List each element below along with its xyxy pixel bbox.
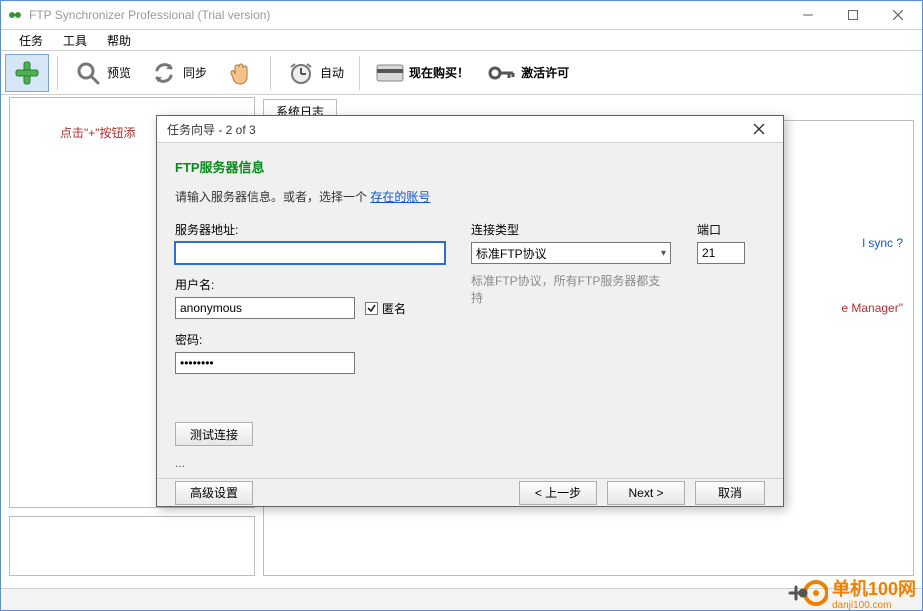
activate-label: 激活许可 bbox=[521, 64, 569, 81]
test-connection-button[interactable]: 测试连接 bbox=[175, 422, 253, 446]
cancel-button[interactable]: 取消 bbox=[695, 481, 765, 505]
conn-type-help: 标准FTP协议，所有FTP服务器都支持 bbox=[471, 272, 671, 306]
col-server: 服务器地址: 用户名: 匿名 密码: bbox=[175, 221, 445, 470]
watermark-logo-icon bbox=[788, 578, 828, 608]
server-label: 服务器地址: bbox=[175, 221, 445, 238]
port-input[interactable] bbox=[697, 242, 745, 264]
watermark-text: 单机100网 danji100.com bbox=[832, 575, 916, 610]
left-sub-panel bbox=[9, 516, 255, 576]
add-task-button[interactable] bbox=[5, 54, 49, 92]
menu-help[interactable]: 帮助 bbox=[97, 30, 141, 51]
conn-type-value: 标准FTP协议 bbox=[476, 245, 547, 262]
minimize-button[interactable] bbox=[785, 1, 830, 29]
next-button[interactable]: Next > bbox=[607, 481, 685, 505]
toolbar: 预览 同步 bbox=[1, 51, 922, 95]
clock-icon bbox=[286, 58, 316, 88]
dialog-footer: 高级设置 < 上一步 Next > 取消 bbox=[157, 478, 783, 506]
user-row: 匿名 bbox=[175, 297, 445, 319]
credit-card-icon bbox=[375, 58, 405, 88]
checkbox-icon bbox=[365, 302, 378, 315]
advanced-settings-button[interactable]: 高级设置 bbox=[175, 481, 253, 505]
anonymous-checkbox[interactable]: 匿名 bbox=[365, 300, 406, 317]
app-icon bbox=[7, 7, 23, 23]
dialog-heading: FTP服务器信息 bbox=[175, 157, 765, 176]
sync-icon bbox=[149, 58, 179, 88]
hand-button[interactable] bbox=[218, 54, 262, 92]
preview-button[interactable]: 预览 bbox=[66, 54, 138, 92]
conn-type-select[interactable]: 标准FTP协议 ▾ bbox=[471, 242, 671, 264]
dialog-description: 请输入服务器信息。或者，选择一个 存在的账号 bbox=[175, 188, 765, 205]
password-label: 密码: bbox=[175, 331, 445, 348]
sync-label: 同步 bbox=[183, 64, 207, 81]
toolbar-separator bbox=[359, 56, 360, 90]
key-icon bbox=[487, 58, 517, 88]
dialog-body: FTP服务器信息 请输入服务器信息。或者，选择一个 存在的账号 服务器地址: 用… bbox=[157, 143, 783, 478]
dialog-close-button[interactable] bbox=[739, 116, 779, 142]
menu-tasks[interactable]: 任务 bbox=[9, 30, 53, 51]
buy-label: 现在购买！ bbox=[409, 64, 469, 81]
sync-button[interactable]: 同步 bbox=[142, 54, 214, 92]
auto-button[interactable]: 自动 bbox=[279, 54, 351, 92]
toolbar-separator bbox=[270, 56, 271, 90]
status-text: ... bbox=[175, 456, 445, 470]
chevron-down-icon: ▾ bbox=[661, 248, 666, 259]
window-buttons bbox=[785, 1, 920, 29]
plus-icon bbox=[12, 58, 42, 88]
existing-account-link[interactable]: 存在的账号 bbox=[370, 190, 430, 204]
user-label: 用户名: bbox=[175, 276, 445, 293]
preview-label: 预览 bbox=[107, 64, 131, 81]
dialog-desc-text: 请输入服务器信息。或者，选择一个 bbox=[175, 190, 370, 204]
form-columns: 服务器地址: 用户名: 匿名 密码: bbox=[175, 221, 765, 470]
toolbar-separator bbox=[57, 56, 58, 90]
col-connection-type: 连接类型 标准FTP协议 ▾ 标准FTP协议，所有FTP服务器都支持 bbox=[471, 221, 671, 470]
watermark-url: danji100.com bbox=[832, 601, 916, 610]
activate-button[interactable]: 激活许可 bbox=[480, 54, 576, 92]
titlebar: FTP Synchronizer Professional (Trial ver… bbox=[1, 1, 922, 29]
server-input[interactable] bbox=[175, 242, 445, 264]
main-window: FTP Synchronizer Professional (Trial ver… bbox=[0, 0, 923, 611]
buy-button[interactable]: 现在购买！ bbox=[368, 54, 476, 92]
close-button[interactable] bbox=[875, 1, 920, 29]
watermark-brand: 单机100网 bbox=[832, 579, 916, 599]
bg-text-b: e Manager" bbox=[841, 301, 903, 315]
watermark: 单机100网 danji100.com bbox=[788, 575, 916, 610]
menubar: 任务 工具 帮助 bbox=[1, 29, 922, 51]
task-wizard-dialog: 任务向导 - 2 of 3 FTP服务器信息 请输入服务器信息。或者，选择一个 … bbox=[156, 115, 784, 507]
window-title: FTP Synchronizer Professional (Trial ver… bbox=[29, 8, 785, 22]
col-port: 端口 bbox=[697, 221, 757, 470]
magnifier-icon bbox=[73, 58, 103, 88]
maximize-button[interactable] bbox=[830, 1, 875, 29]
hand-icon bbox=[225, 58, 255, 88]
auto-label: 自动 bbox=[320, 64, 344, 81]
menu-tools[interactable]: 工具 bbox=[53, 30, 97, 51]
statusbar bbox=[1, 588, 922, 610]
dialog-title: 任务向导 - 2 of 3 bbox=[167, 121, 739, 138]
anonymous-label: 匿名 bbox=[382, 300, 406, 317]
bg-text-a: l sync ? bbox=[862, 236, 903, 250]
conn-type-label: 连接类型 bbox=[471, 221, 671, 238]
back-button[interactable]: < 上一步 bbox=[519, 481, 597, 505]
password-input[interactable] bbox=[175, 352, 355, 374]
port-label: 端口 bbox=[697, 221, 757, 238]
user-input[interactable] bbox=[175, 297, 355, 319]
dialog-titlebar: 任务向导 - 2 of 3 bbox=[157, 116, 783, 143]
